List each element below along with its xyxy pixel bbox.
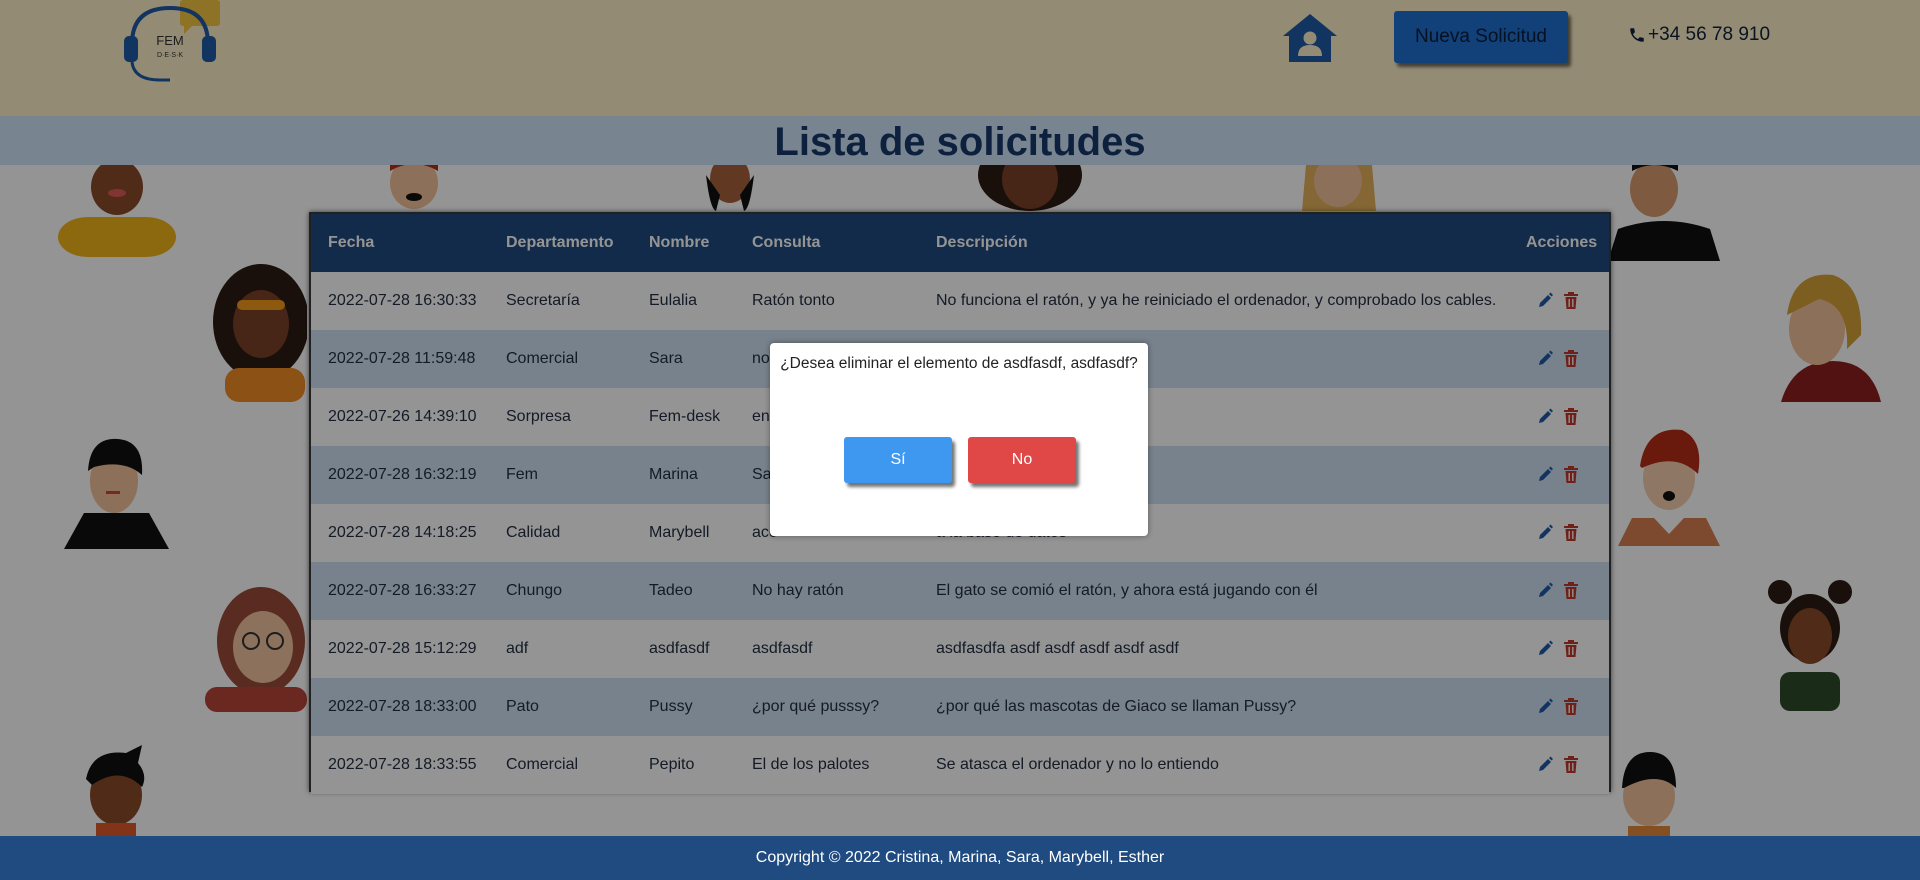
copyright-text: Copyright © 2022 Cristina, Marina, Sara,… bbox=[755, 849, 1165, 866]
confirm-no-button[interactable]: No bbox=[968, 437, 1076, 483]
delete-confirm-dialog: ¿Desea eliminar el elemento de asdfasdf,… bbox=[770, 343, 1148, 536]
site-footer: Copyright © 2022 Cristina, Marina, Sara,… bbox=[0, 836, 1920, 880]
confirm-yes-button[interactable]: Sí bbox=[844, 437, 952, 483]
dialog-message: ¿Desea eliminar el elemento de asdfasdf,… bbox=[780, 355, 1138, 372]
